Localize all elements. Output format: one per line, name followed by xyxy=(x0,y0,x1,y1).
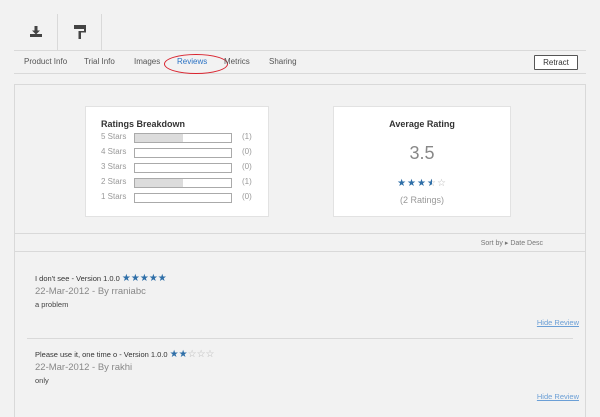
tab-highlight-circle xyxy=(164,54,228,74)
average-rating-count: (2 Ratings) xyxy=(399,195,444,205)
rating-row-count: (0) xyxy=(242,147,252,156)
average-rating-stars: ★★★☆★☆ xyxy=(334,178,510,189)
rating-bar-fill xyxy=(135,179,183,187)
rating-row-label: 4 Stars xyxy=(101,147,127,156)
review-rating-stars: ★★★★★ xyxy=(122,273,167,284)
hide-review-link[interactable]: Hide Review xyxy=(537,392,579,401)
rating-row-count: (1) xyxy=(242,177,252,186)
review-title: Please use it, one time o - Version 1.0.… xyxy=(35,349,573,360)
tab-sharing[interactable]: Sharing xyxy=(269,57,297,66)
toolbar xyxy=(14,14,102,50)
download-button[interactable] xyxy=(14,14,58,50)
review-meta: 22-Mar-2012 - By rraniabc xyxy=(35,286,146,297)
tab-trial-info[interactable]: Trial Info xyxy=(84,57,115,66)
review-item: Please use it, one time o - Version 1.0.… xyxy=(35,349,573,385)
tab-bar: Product Info Trial Info Images Reviews M… xyxy=(14,50,586,74)
sort-control[interactable]: Sort by ▸ Date Desc xyxy=(481,239,543,247)
tab-metrics[interactable]: Metrics xyxy=(224,57,250,66)
rating-row-label: 2 Stars xyxy=(101,177,127,186)
rating-row-label: 3 Stars xyxy=(101,162,127,171)
average-rating-card: Average Rating 3.5 ★★★☆★☆ (2 Ratings) xyxy=(333,106,511,217)
star-filled-icon: ★ xyxy=(407,178,418,189)
review-title-text: Please use it, one time o - Version 1.0.… xyxy=(35,350,168,359)
star-filled-icon: ★ xyxy=(397,178,408,189)
star-filled-icon: ★ xyxy=(139,273,149,284)
review-rating-stars: ★★☆☆☆ xyxy=(170,349,215,360)
average-rating-value: 3.5 xyxy=(409,143,435,163)
sort-arrow-icon: ▸ xyxy=(504,240,509,247)
rating-bar xyxy=(134,163,232,173)
rating-bar xyxy=(134,193,232,203)
star-empty-icon: ☆ xyxy=(196,349,206,360)
sort-bar: Sort by ▸ Date Desc xyxy=(15,233,585,251)
rating-row-count: (0) xyxy=(242,192,252,201)
rating-row-label: 5 Stars xyxy=(101,132,127,141)
star-empty-icon: ☆ xyxy=(436,178,447,189)
star-empty-icon: ☆ xyxy=(205,349,215,360)
star-filled-icon: ★ xyxy=(121,273,131,284)
review-item: I don't see - Version 1.0.0 ★★★★★ 22-Mar… xyxy=(35,273,573,309)
star-half-icon: ☆★ xyxy=(426,178,437,189)
rating-bar xyxy=(134,178,232,188)
sort-label: Sort by xyxy=(480,240,503,247)
star-filled-icon: ★ xyxy=(148,273,158,284)
star-filled-icon: ★ xyxy=(417,178,427,189)
star-empty-icon: ☆ xyxy=(187,349,197,360)
rating-bar-fill xyxy=(135,134,183,142)
hide-review-link[interactable]: Hide Review xyxy=(537,318,579,327)
rating-row-count: (0) xyxy=(242,162,252,171)
rating-row-count: (1) xyxy=(242,132,252,141)
review-title: I don't see - Version 1.0.0 ★★★★★ xyxy=(35,273,573,284)
paint-roller-button[interactable] xyxy=(58,14,102,50)
divider xyxy=(15,251,585,252)
rating-bar xyxy=(134,148,232,158)
star-filled-icon: ★ xyxy=(157,273,167,284)
reviews-panel: Ratings Breakdown 5 Stars (1) 4 Stars (0… xyxy=(14,84,586,417)
review-meta: 22-Mar-2012 - By rakhi xyxy=(35,362,133,373)
star-filled-icon: ★ xyxy=(178,349,188,360)
average-rating-title: Average Rating xyxy=(389,119,455,129)
ratings-breakdown-card: Ratings Breakdown 5 Stars (1) 4 Stars (0… xyxy=(85,106,269,217)
ratings-breakdown-title: Ratings Breakdown xyxy=(101,119,186,129)
rating-bar xyxy=(134,133,232,143)
sort-value: Date Desc xyxy=(510,240,543,247)
star-filled-icon: ★ xyxy=(130,273,140,284)
tab-product-info[interactable]: Product Info xyxy=(24,57,67,66)
review-body: only xyxy=(35,376,49,385)
star-filled-icon: ★ xyxy=(169,349,179,360)
paint-roller-icon xyxy=(73,25,86,39)
retract-button[interactable]: Retract xyxy=(534,55,578,70)
review-title-text: I don't see - Version 1.0.0 xyxy=(35,274,120,283)
review-body: a problem xyxy=(35,300,69,309)
download-icon xyxy=(29,26,42,37)
tab-images[interactable]: Images xyxy=(134,57,160,66)
review-divider xyxy=(27,338,573,339)
rating-row-label: 1 Stars xyxy=(101,192,127,201)
